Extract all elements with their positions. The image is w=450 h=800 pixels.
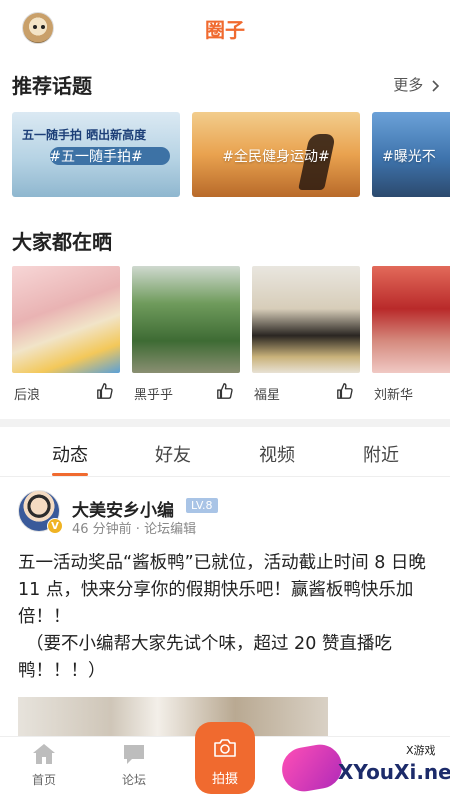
topic-heading: 五一随手拍 晒出新高度	[22, 128, 147, 142]
post-meta: 46 分钟前 · 论坛编辑	[72, 522, 197, 537]
watermark-logo: X游戏 XYouXi.net	[276, 738, 450, 798]
topic-card[interactable]: #曝光不	[372, 112, 450, 197]
camera-button[interactable]: 拍摄	[195, 722, 255, 794]
post-text: （要不小编帮大家先试个味，超过 20 赞直播吃鸭！！！）	[18, 634, 392, 681]
sharing-title: 大家都在晒	[12, 230, 112, 254]
more-label: 更多	[393, 76, 424, 94]
sharing-photo[interactable]	[132, 266, 240, 373]
topic-card[interactable]: 五一随手拍 晒出新高度 #五一随手拍#	[12, 112, 180, 197]
level-badge: LV.8	[186, 498, 218, 513]
sharing-photo[interactable]	[252, 266, 360, 373]
tab-videos[interactable]: 视频	[237, 441, 317, 467]
sharing-carousel[interactable]: 后浪 黑乎乎 福星 刘新华	[12, 266, 450, 406]
more-topics-link[interactable]: 更多	[393, 74, 440, 95]
sharing-card[interactable]: 后浪	[12, 266, 120, 403]
camera-icon	[214, 739, 236, 757]
feed-tabs: 动态 好友 视频 附近	[0, 427, 450, 477]
watermark-tag: X游戏	[406, 744, 436, 757]
gamepad-logo-icon	[278, 741, 346, 795]
nav-home-label: 首页	[31, 773, 56, 787]
sharing-photo[interactable]	[372, 266, 450, 373]
tab-friends[interactable]: 好友	[133, 441, 213, 467]
circle-page: 圈子 推荐话题 更多 五一随手拍 晒出新高度 #五一随手拍# #全民健身运动# …	[0, 0, 450, 800]
chevron-right-icon	[432, 79, 440, 92]
sharing-photo[interactable]	[12, 266, 120, 373]
camera-label: 拍摄	[211, 772, 238, 787]
verified-badge: V	[47, 518, 63, 534]
sharing-card[interactable]: 福星	[252, 266, 360, 403]
thumbs-up-icon[interactable]	[336, 382, 354, 400]
active-tab-indicator	[52, 473, 88, 476]
tab-dynamic[interactable]: 动态	[30, 441, 110, 467]
topic-label: #全民健身运动#	[222, 149, 330, 165]
watermark-site: XYouXi.net	[338, 760, 450, 784]
topic-carousel[interactable]: 五一随手拍 晒出新高度 #五一随手拍# #全民健身运动# #曝光不	[12, 112, 450, 197]
sharing-user-name[interactable]: 黑乎乎	[134, 384, 173, 403]
sharing-user-name[interactable]: 后浪	[14, 384, 40, 403]
home-icon	[33, 744, 55, 764]
topic-label: #曝光不	[382, 149, 436, 165]
chat-bubble-icon	[124, 745, 144, 764]
section-divider	[0, 419, 450, 427]
topic-label: #五一随手拍#	[49, 149, 143, 165]
nav-forum-label: 论坛	[121, 773, 146, 787]
tab-nearby[interactable]: 附近	[341, 441, 421, 467]
nav-home[interactable]: 首页	[14, 743, 74, 788]
post-body[interactable]: 五一活动奖品“酱板鸭”已就位，活动截止时间 8 日晚 11 点，快来分享你的假期…	[18, 550, 436, 685]
post-text: 五一活动奖品“酱板鸭”已就位，活动截止时间 8 日晚 11 点，快来分享你的假期…	[18, 553, 426, 627]
topic-card[interactable]: #全民健身运动#	[192, 112, 360, 197]
top-header: 圈子	[0, 0, 450, 56]
thumbs-up-icon[interactable]	[216, 382, 234, 400]
recommended-topics-title: 推荐话题	[12, 74, 92, 98]
sharing-user-name[interactable]: 福星	[254, 384, 280, 403]
thumbs-up-icon[interactable]	[96, 382, 114, 400]
nav-forum[interactable]: 论坛	[104, 743, 164, 788]
page-title: 圈子	[205, 18, 245, 42]
sharing-user-name[interactable]: 刘新华	[374, 384, 413, 403]
sharing-card[interactable]: 刘新华	[372, 266, 450, 403]
sharing-card[interactable]: 黑乎乎	[132, 266, 240, 403]
